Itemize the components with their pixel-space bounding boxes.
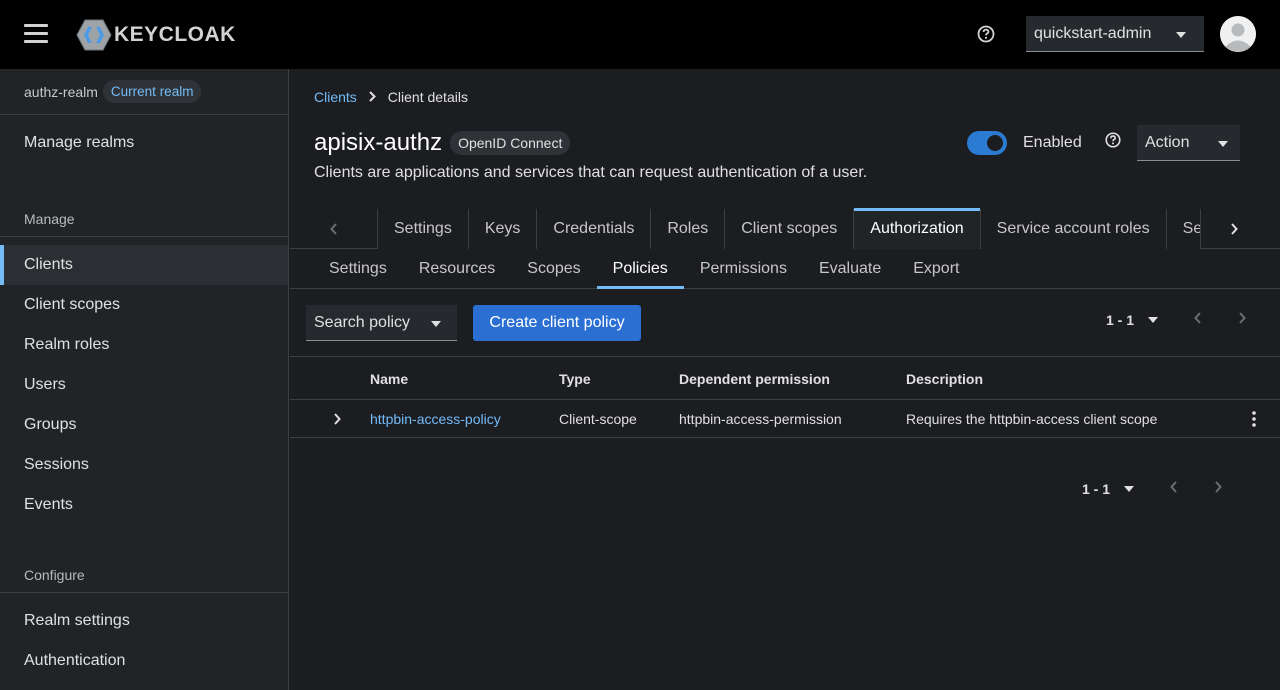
- tab-keys[interactable]: Keys: [468, 209, 538, 249]
- breadcrumb-clients-link[interactable]: Clients: [314, 89, 357, 105]
- policy-type: Client-scope: [559, 410, 637, 427]
- column-header-description: Description: [906, 370, 984, 387]
- tabs-scroll-left-icon[interactable]: [290, 209, 378, 249]
- next-page-icon[interactable]: [1214, 480, 1222, 498]
- create-client-policy-button[interactable]: Create client policy: [473, 305, 641, 341]
- menu-toggle-icon[interactable]: [24, 24, 48, 44]
- policy-description: Requires the httpbin-access client scope: [906, 410, 1158, 427]
- tab-settings[interactable]: Settings: [378, 209, 469, 249]
- policies-toolbar: Search policy Create client policy 1 - 1: [290, 289, 1280, 357]
- sidebar-item-manage-realms[interactable]: Manage realms: [0, 123, 288, 163]
- pagination-options-icon[interactable]: [1148, 315, 1159, 326]
- policy-name-link[interactable]: httpbin-access-policy: [370, 400, 501, 437]
- help-icon[interactable]: [976, 24, 996, 44]
- tab-authorization[interactable]: Authorization: [854, 208, 981, 249]
- next-page-icon[interactable]: [1238, 311, 1246, 329]
- masthead: KEYCLOAK quickstart-admin: [0, 0, 1280, 69]
- pagination-options-icon[interactable]: [1124, 484, 1135, 495]
- sidebar: authz-realm Current realm Manage realms …: [0, 69, 289, 690]
- subtab-permissions[interactable]: Permissions: [684, 249, 803, 289]
- table-header: Name Type Dependent permission Descripti…: [290, 358, 1280, 400]
- main-content: Clients Client details apisix-authz Open…: [290, 69, 1280, 690]
- subtab-resources[interactable]: Resources: [403, 249, 511, 289]
- subtab-evaluate[interactable]: Evaluate: [803, 249, 897, 289]
- title-row: apisix-authz OpenID Connect: [314, 129, 571, 157]
- pagination-bottom: 1 - 1: [1082, 480, 1222, 498]
- keycloak-logo[interactable]: KEYCLOAK: [76, 18, 236, 52]
- toggle-knob: [987, 135, 1003, 151]
- table-row: httpbin-access-policy Client-scope httpb…: [290, 400, 1280, 438]
- sidebar-item-groups[interactable]: Groups: [0, 405, 288, 445]
- action-dropdown[interactable]: Action: [1137, 125, 1240, 161]
- tab-service-account-roles[interactable]: Service account roles: [980, 209, 1167, 249]
- breadcrumb-current: Client details: [387, 89, 468, 105]
- user-avatar-icon: [1220, 16, 1256, 52]
- enabled-toggle[interactable]: [967, 131, 1007, 155]
- page-title: apisix-authz: [314, 129, 443, 156]
- protocol-badge: OpenID Connect: [450, 131, 571, 155]
- pagination-range: 1 - 1: [1082, 481, 1111, 497]
- tab-roles[interactable]: Roles: [651, 209, 726, 249]
- pagination-top: 1 - 1: [1106, 311, 1246, 329]
- policy-dependent-permission: httpbin-access-permission: [679, 410, 842, 427]
- subtab-policies[interactable]: Policies: [596, 249, 684, 289]
- page-description: Clients are applications and services th…: [314, 164, 868, 181]
- column-header-type: Type: [559, 370, 591, 387]
- current-realm-badge: Current realm: [102, 80, 202, 103]
- pagination-range: 1 - 1: [1106, 312, 1135, 328]
- sidebar-item-events[interactable]: Events: [0, 485, 288, 525]
- search-policy-label: Search policy: [314, 313, 411, 331]
- sidebar-item-realm-settings[interactable]: Realm settings: [0, 601, 288, 641]
- search-policy-dropdown[interactable]: Search policy: [306, 305, 457, 341]
- action-label: Action: [1145, 133, 1190, 151]
- subtab-export[interactable]: Export: [897, 249, 975, 289]
- previous-page-icon[interactable]: [1170, 480, 1178, 498]
- enabled-label: Enabled: [1023, 134, 1082, 151]
- tabs-scroll-right-icon[interactable]: [1201, 209, 1267, 249]
- realm-name: authz-realm: [24, 83, 98, 100]
- avatar[interactable]: [1220, 16, 1256, 52]
- sidebar-item-client-scopes[interactable]: Client scopes: [0, 285, 288, 325]
- tab-credentials[interactable]: Credentials: [537, 209, 652, 249]
- sidebar-item-clients[interactable]: Clients: [0, 245, 288, 285]
- tab-sessions-truncated[interactable]: Se: [1166, 209, 1201, 249]
- previous-page-icon[interactable]: [1194, 311, 1202, 329]
- subtab-scopes[interactable]: Scopes: [511, 249, 596, 289]
- keycloak-logo-icon: [76, 19, 112, 51]
- sidebar-item-authentication[interactable]: Authentication: [0, 641, 288, 681]
- column-header-name[interactable]: Name: [370, 358, 408, 399]
- sidebar-section-configure: Configure: [0, 557, 288, 593]
- row-kebab-menu-icon[interactable]: [1252, 400, 1256, 437]
- caret-down-icon: [1176, 25, 1186, 43]
- sidebar-item-realm-roles[interactable]: Realm roles: [0, 325, 288, 365]
- policies-table: Name Type Dependent permission Descripti…: [290, 358, 1280, 438]
- client-tabs: Settings Keys Credentials Roles Client s…: [290, 208, 1280, 249]
- sidebar-item-users[interactable]: Users: [0, 365, 288, 405]
- column-header-dependent-permission: Dependent permission: [679, 370, 830, 387]
- realm-selector[interactable]: authz-realm Current realm: [0, 69, 288, 115]
- keycloak-logo-text: KEYCLOAK: [114, 23, 236, 46]
- user-menu-dropdown[interactable]: quickstart-admin: [1026, 16, 1204, 52]
- sidebar-item-sessions[interactable]: Sessions: [0, 445, 288, 485]
- row-expand-icon[interactable]: [333, 400, 341, 437]
- breadcrumb: Clients Client details: [314, 89, 468, 105]
- chevron-right-icon: [369, 90, 376, 105]
- authorization-subtabs: Settings Resources Scopes Policies Permi…: [314, 249, 975, 289]
- tab-client-scopes[interactable]: Client scopes: [725, 209, 855, 249]
- sidebar-section-manage: Manage: [0, 201, 288, 237]
- user-menu-label: quickstart-admin: [1034, 24, 1152, 42]
- subtab-settings[interactable]: Settings: [314, 249, 403, 289]
- enabled-help-icon[interactable]: [1104, 131, 1122, 149]
- caret-down-icon: [1218, 134, 1228, 152]
- caret-down-icon: [431, 314, 441, 332]
